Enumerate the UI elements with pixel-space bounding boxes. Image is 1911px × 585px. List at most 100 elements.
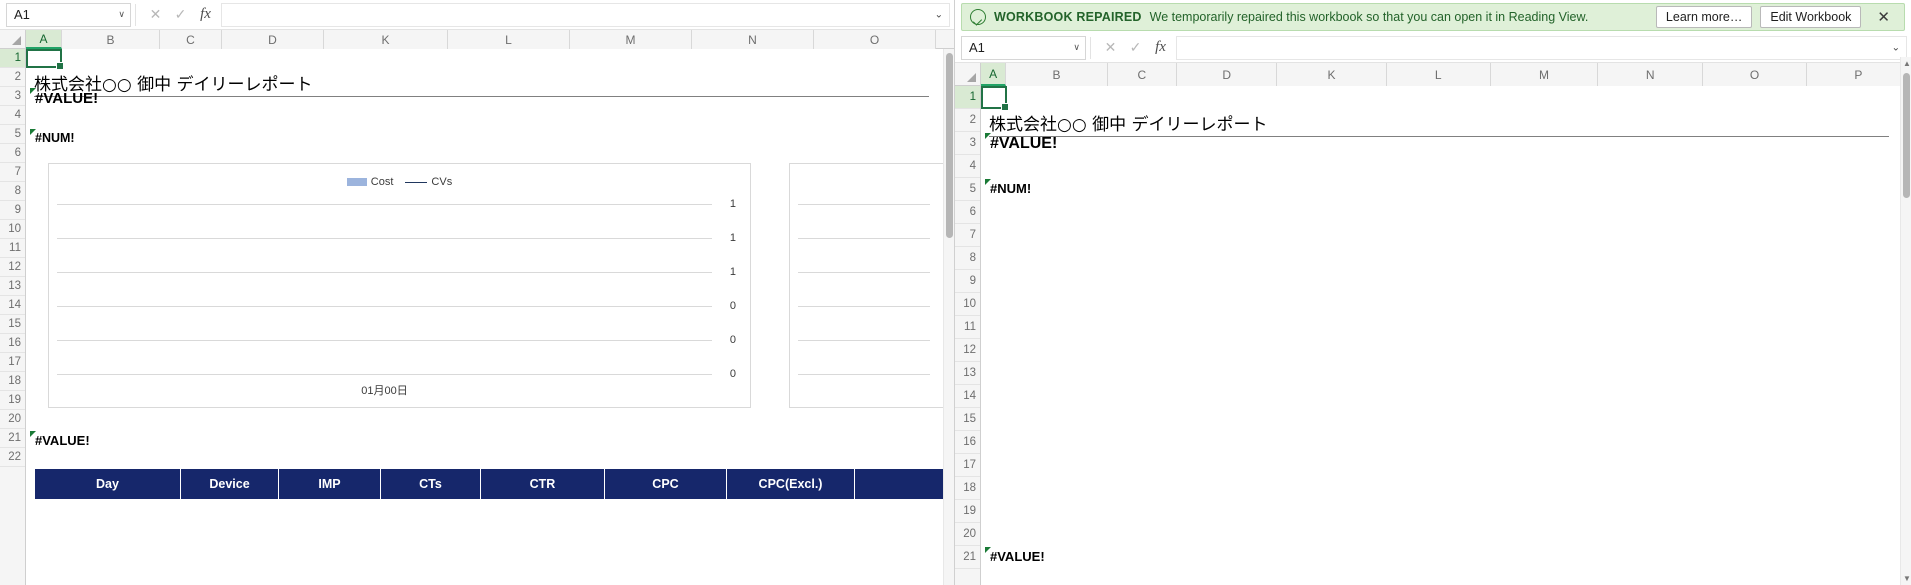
column-header-l[interactable]: L — [448, 30, 570, 49]
left-scrollbar-thumb[interactable] — [946, 53, 953, 238]
table-header-imp[interactable]: IMP — [279, 469, 381, 499]
table-header-day[interactable]: Day — [35, 469, 181, 499]
left-vertical-scrollbar[interactable] — [943, 49, 954, 585]
row-header-2[interactable]: 2 — [955, 109, 980, 132]
table-header-device[interactable]: Device — [181, 469, 279, 499]
row-header-22[interactable]: 22 — [0, 448, 25, 467]
row-header-13[interactable]: 13 — [0, 277, 25, 296]
row-header-15[interactable]: 15 — [0, 315, 25, 334]
row-header-10[interactable]: 10 — [955, 293, 980, 316]
row-header-13[interactable]: 13 — [955, 362, 980, 385]
column-header-k[interactable]: K — [1277, 63, 1387, 86]
row-header-11[interactable]: 11 — [0, 239, 25, 258]
row-header-5[interactable]: 5 — [0, 125, 25, 144]
legend-item-cost[interactable]: Cost — [346, 176, 393, 188]
column-header-b[interactable]: B — [62, 30, 160, 49]
table-header-cts[interactable]: CTs — [381, 469, 481, 499]
column-header-p[interactable]: P — [1806, 63, 1911, 86]
row-header-14[interactable]: 14 — [0, 296, 25, 315]
edit-workbook-button[interactable]: Edit Workbook — [1760, 6, 1862, 28]
column-header-c[interactable]: C — [1107, 63, 1177, 86]
row-header-21[interactable]: 21 — [0, 429, 25, 448]
row-header-21[interactable]: 21 — [955, 546, 980, 569]
column-header-c[interactable]: C — [160, 30, 222, 49]
learn-more-button[interactable]: Learn more… — [1655, 6, 1753, 28]
row-header-9[interactable]: 9 — [0, 201, 25, 220]
row-header-1[interactable]: 1 — [955, 86, 980, 109]
row-header-16[interactable]: 16 — [955, 431, 980, 454]
row-header-12[interactable]: 12 — [0, 258, 25, 277]
row-header-19[interactable]: 19 — [955, 500, 980, 523]
right-scrollbar-thumb[interactable] — [1903, 73, 1910, 198]
row-header-7[interactable]: 7 — [0, 163, 25, 182]
insert-function-icon[interactable]: fx — [198, 7, 213, 22]
column-header-n[interactable]: N — [692, 30, 814, 49]
left-name-box[interactable]: A1 ∨ — [6, 2, 131, 27]
right-sheet-canvas[interactable]: 株式会社○○ 御中 デイリーレポート #VALUE! #NUM! #VALUE! — [981, 86, 1911, 585]
row-header-5[interactable]: 5 — [955, 178, 980, 201]
row-header-9[interactable]: 9 — [955, 270, 980, 293]
row-header-7[interactable]: 7 — [955, 224, 980, 247]
secondary-chart-partial[interactable] — [789, 163, 954, 408]
scroll-down-icon[interactable]: ▼ — [1903, 574, 1911, 583]
cancel-icon[interactable]: ✕ — [148, 7, 163, 22]
row-header-18[interactable]: 18 — [955, 477, 980, 500]
row-header-11[interactable]: 11 — [955, 316, 980, 339]
row-header-14[interactable]: 14 — [955, 385, 980, 408]
table-header-cpc-excl[interactable]: CPC(Excl.) — [727, 469, 855, 499]
scroll-up-icon[interactable]: ▲ — [1903, 59, 1911, 68]
row-header-3[interactable]: 3 — [955, 132, 980, 155]
confirm-icon[interactable]: ✓ — [173, 7, 188, 22]
row-header-10[interactable]: 10 — [0, 220, 25, 239]
row-header-16[interactable]: 16 — [0, 334, 25, 353]
row-header-2[interactable]: 2 — [0, 68, 25, 87]
legend-item-cvs[interactable]: CVs — [405, 176, 452, 188]
row-header-20[interactable]: 20 — [955, 523, 980, 546]
column-header-d[interactable]: D — [1176, 63, 1278, 86]
column-header-o[interactable]: O — [1703, 63, 1807, 86]
row-header-3[interactable]: 3 — [0, 87, 25, 106]
select-all-corner[interactable] — [955, 63, 981, 85]
expand-formula-bar-icon[interactable]: ⌄ — [935, 9, 943, 20]
column-header-o[interactable]: O — [814, 30, 936, 49]
right-formula-input[interactable]: ⌄ — [1176, 35, 1907, 60]
row-header-4[interactable]: 4 — [0, 106, 25, 125]
right-vertical-scrollbar[interactable]: ▲ ▼ — [1900, 57, 1911, 585]
left-sheet-canvas[interactable]: 株式会社○○ 御中 デイリーレポート #VALUE! #NUM! Cost CV… — [26, 49, 954, 585]
select-all-corner[interactable] — [0, 30, 26, 48]
column-header-k[interactable]: K — [324, 30, 448, 49]
column-header-m[interactable]: M — [1490, 63, 1599, 86]
insert-function-icon[interactable]: fx — [1153, 40, 1168, 55]
table-header-ctr[interactable]: CTR — [481, 469, 605, 499]
column-header-a[interactable]: A — [26, 30, 62, 49]
row-header-8[interactable]: 8 — [955, 247, 980, 270]
column-header-b[interactable]: B — [1006, 63, 1108, 86]
row-header-6[interactable]: 6 — [955, 201, 980, 224]
confirm-icon[interactable]: ✓ — [1128, 40, 1143, 55]
column-header-n[interactable]: N — [1598, 63, 1704, 86]
row-header-17[interactable]: 17 — [0, 353, 25, 372]
cost-cvs-chart[interactable]: Cost CVs 1 1 1 0 0 0 01月00日 — [48, 163, 751, 408]
column-header-d[interactable]: D — [222, 30, 324, 49]
row-header-12[interactable]: 12 — [955, 339, 980, 362]
chevron-down-icon[interactable]: ∨ — [118, 9, 125, 20]
row-header-17[interactable]: 17 — [955, 454, 980, 477]
row-header-18[interactable]: 18 — [0, 372, 25, 391]
row-header-6[interactable]: 6 — [0, 144, 25, 163]
row-header-1[interactable]: 1 — [0, 49, 25, 68]
table-header-cpc[interactable]: CPC — [605, 469, 727, 499]
right-name-box[interactable]: A1 ∨ — [961, 35, 1086, 60]
expand-formula-bar-icon[interactable]: ⌄ — [1892, 42, 1900, 53]
row-header-4[interactable]: 4 — [955, 155, 980, 178]
column-header-m[interactable]: M — [570, 30, 692, 49]
column-header-l[interactable]: L — [1386, 63, 1491, 86]
close-icon[interactable]: ✕ — [1869, 10, 1896, 25]
left-formula-input[interactable]: ⌄ — [221, 2, 950, 27]
row-header-20[interactable]: 20 — [0, 410, 25, 429]
row-header-8[interactable]: 8 — [0, 182, 25, 201]
cancel-icon[interactable]: ✕ — [1103, 40, 1118, 55]
row-header-15[interactable]: 15 — [955, 408, 980, 431]
column-header-a[interactable]: A — [981, 63, 1007, 86]
row-header-19[interactable]: 19 — [0, 391, 25, 410]
chevron-down-icon[interactable]: ∨ — [1073, 42, 1080, 53]
